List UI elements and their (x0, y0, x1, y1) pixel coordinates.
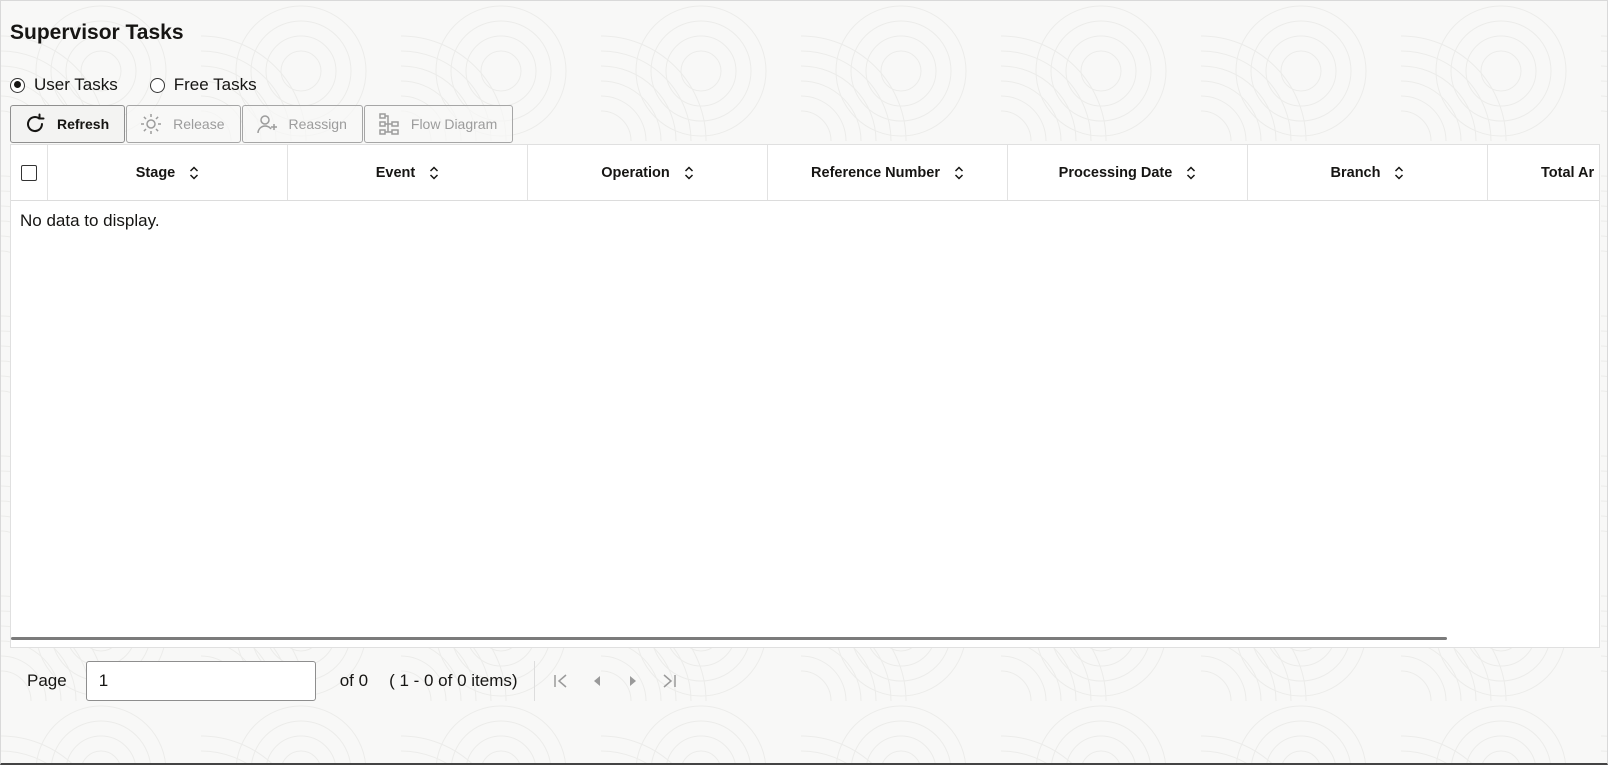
flow-diagram-label: Flow Diagram (410, 116, 498, 132)
empty-message: No data to display. (20, 211, 160, 230)
sort-icon[interactable] (684, 165, 694, 180)
free-tasks-radio-button[interactable] (149, 77, 165, 93)
reassign-button[interactable]: Reassign (241, 105, 363, 143)
next-page-icon[interactable] (623, 671, 643, 691)
page-number-input[interactable] (85, 661, 316, 701)
column-header-reference-number[interactable]: Reference Number (768, 145, 1008, 200)
user-plus-icon (255, 112, 279, 136)
last-page-icon[interactable] (659, 671, 679, 691)
table-header: Stage Event Operation Reference Number P… (11, 145, 1599, 201)
first-page-icon[interactable] (551, 671, 571, 691)
refresh-icon (23, 112, 47, 136)
supervisor-tasks-panel: Supervisor Tasks User Tasks Free Tasks R… (0, 0, 1608, 765)
user-tasks-radio[interactable]: User Tasks (10, 75, 118, 95)
release-label: Release (173, 116, 225, 132)
sort-icon[interactable] (189, 165, 199, 180)
free-tasks-radio[interactable]: Free Tasks (149, 75, 257, 95)
column-label: Operation (601, 164, 670, 181)
flow-diagram-button[interactable]: Flow Diagram (363, 105, 514, 143)
flow-diagram-icon (377, 112, 401, 136)
pagination-divider (533, 661, 535, 701)
sort-icon[interactable] (954, 165, 964, 180)
previous-page-icon[interactable] (587, 671, 607, 691)
task-type-radio-group: User Tasks Free Tasks (10, 75, 289, 95)
column-header-stage[interactable]: Stage (48, 145, 288, 200)
page-label: Page (27, 671, 67, 690)
refresh-label: Refresh (57, 116, 110, 132)
column-header-branch[interactable]: Branch (1248, 145, 1488, 200)
tasks-table: Stage Event Operation Reference Number P… (10, 144, 1600, 648)
user-tasks-radio-button[interactable] (10, 77, 25, 93)
column-header-total-amount[interactable]: Total Ar (1488, 145, 1599, 200)
user-tasks-radio-label: User Tasks (34, 75, 118, 94)
select-all-cell (11, 145, 48, 200)
item-range: ( 1 - 0 of 0 items) (389, 671, 518, 690)
sort-icon[interactable] (429, 165, 439, 180)
column-header-operation[interactable]: Operation (528, 145, 768, 200)
gear-icon (139, 112, 163, 136)
column-label: Processing Date (1058, 164, 1173, 181)
column-label: Event (375, 164, 416, 181)
column-header-event[interactable]: Event (288, 145, 528, 200)
page-count: of 0 (339, 671, 369, 690)
column-header-processing-date[interactable]: Processing Date (1008, 145, 1248, 200)
sort-icon[interactable] (1186, 165, 1196, 180)
free-tasks-radio-label: Free Tasks (173, 75, 257, 94)
reassign-label: Reassign (288, 116, 347, 132)
sort-icon[interactable] (1394, 165, 1404, 180)
refresh-button[interactable]: Refresh (10, 105, 126, 143)
select-all-checkbox[interactable] (21, 164, 37, 181)
column-label: Total Ar (1541, 164, 1595, 181)
column-label: Reference Number (811, 164, 940, 181)
column-label: Stage (135, 164, 176, 181)
release-button[interactable]: Release (126, 105, 241, 143)
page-title: Supervisor Tasks (10, 21, 184, 44)
toolbar: Refresh Release Reassign Flow Diagram (10, 105, 514, 143)
pagination: Page of 0 ( 1 - 0 of 0 items) (27, 661, 679, 701)
horizontal-scrollbar[interactable] (11, 637, 1447, 640)
column-label: Branch (1330, 164, 1381, 181)
